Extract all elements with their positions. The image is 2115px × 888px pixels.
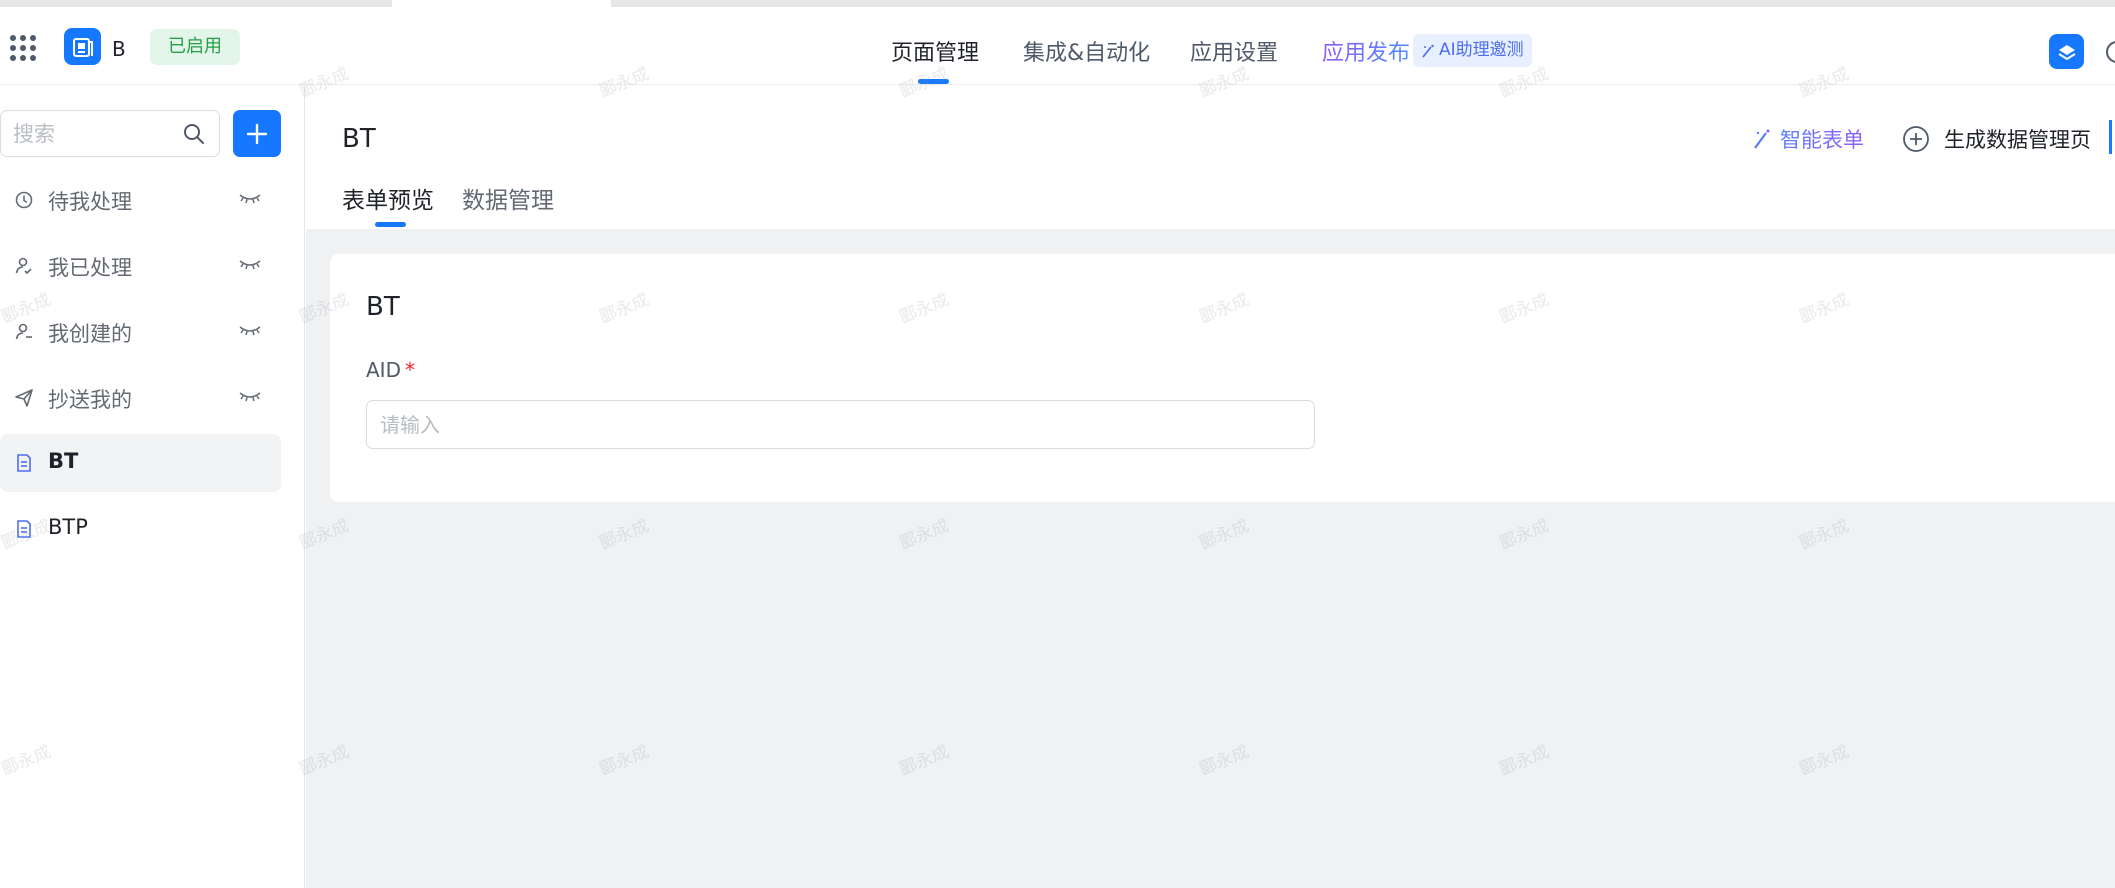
generate-data-page-button[interactable]: 生成数据管理页 [1902, 124, 2091, 154]
field-label: AID * [366, 358, 415, 382]
form-icon [17, 520, 31, 538]
eye-closed-icon[interactable] [238, 258, 262, 272]
main-content: BT 智能表单 生成数据管理页 表单预览 数据管理 BT AID * [306, 86, 2115, 888]
top-bar: B 已启用 页面管理 集成&自动化 应用设置 应用发布 AI助理邀测 [0, 7, 2115, 85]
form-icon [17, 454, 31, 472]
plus-circle-icon [1903, 126, 1929, 152]
required-mark: * [404, 358, 415, 382]
plus-icon [246, 123, 268, 144]
edge-button-partial[interactable] [2109, 120, 2112, 154]
add-button[interactable] [233, 110, 281, 157]
search-icon[interactable] [182, 122, 206, 146]
aid-input[interactable] [366, 400, 1315, 449]
tab-data-management[interactable]: 数据管理 [462, 181, 554, 215]
browser-active-tab[interactable] [392, 0, 611, 7]
search-input[interactable] [13, 111, 173, 156]
smart-form-label: 智能表单 [1780, 128, 1864, 152]
eye-closed-icon[interactable] [238, 390, 262, 404]
sidebar-item-bt[interactable]: BT [0, 434, 281, 492]
app-grid-icon[interactable] [10, 35, 36, 61]
sidebar-item-done[interactable]: 我已处理 [0, 237, 281, 295]
tab-active-indicator [375, 222, 406, 227]
ai-assistant-badge[interactable]: AI助理邀测 [1413, 34, 1532, 67]
user-workspace-icon[interactable] [2049, 34, 2084, 69]
field-label-text: AID [366, 358, 401, 382]
user-check-icon [15, 257, 32, 275]
sidebar-item-btp[interactable]: BTP [0, 500, 281, 558]
eye-closed-icon[interactable] [238, 324, 262, 338]
nav-integration-automation[interactable]: 集成&自动化 [1023, 35, 1150, 67]
clock-icon [15, 191, 33, 209]
sidebar-item-cc[interactable]: 抄送我的 [0, 369, 281, 427]
magic-wand-icon [1754, 129, 1770, 149]
sidebar-item-label: 待我处理 [48, 190, 132, 214]
smart-form-button[interactable]: 智能表单 [1752, 124, 1864, 154]
status-badge: 已启用 [150, 29, 240, 65]
nav-page-management[interactable]: 页面管理 [891, 35, 979, 67]
nav-app-publish[interactable]: 应用发布 [1322, 35, 1410, 67]
sidebar-item-label: BT [48, 449, 79, 473]
sidebar-item-created[interactable]: 我创建的 [0, 303, 281, 361]
magic-wand-icon [1422, 44, 1434, 58]
form-title: BT [366, 292, 400, 322]
sidebar-item-label: 抄送我的 [48, 388, 132, 412]
app-logo-icon[interactable] [64, 28, 101, 65]
app-name: B [112, 37, 126, 61]
sidebar-item-label: BTP [48, 515, 88, 539]
generate-data-page-label: 生成数据管理页 [1944, 128, 2091, 152]
tab-form-preview[interactable]: 表单预览 [342, 181, 434, 215]
send-icon [15, 389, 33, 407]
form-card: BT AID * [330, 254, 2115, 502]
ai-badge-label: AI助理邀测 [1439, 40, 1524, 60]
main-header: BT 智能表单 生成数据管理页 表单预览 数据管理 [306, 86, 2115, 229]
eye-closed-icon[interactable] [238, 192, 262, 206]
nav-app-settings[interactable]: 应用设置 [1190, 35, 1278, 67]
sidebar-item-label: 我创建的 [48, 322, 132, 346]
sidebar-item-todo[interactable]: 待我处理 [0, 171, 281, 229]
nav-active-indicator [918, 79, 949, 84]
search-box [0, 110, 220, 157]
user-add-icon [15, 323, 32, 340]
page-title: BT [342, 124, 376, 154]
sidebar: 待我处理 我已处理 我创建的 抄送我的 BT BTP [0, 86, 305, 888]
sidebar-item-label: 我已处理 [48, 256, 132, 280]
browser-tab-strip [0, 0, 2115, 7]
help-icon[interactable] [2106, 41, 2115, 63]
